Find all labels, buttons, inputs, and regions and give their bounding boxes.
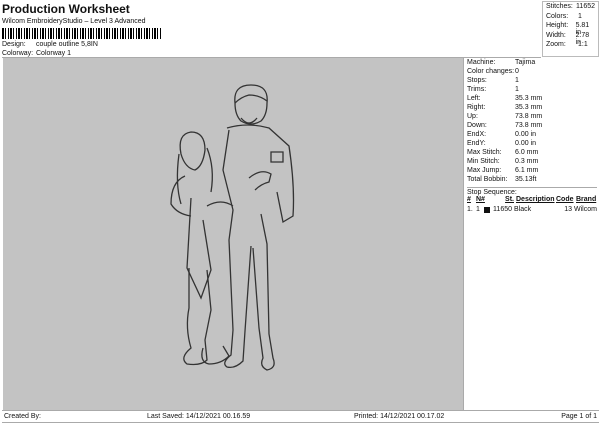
detail-label: EndX: [467,131,487,138]
printed-date: Printed: 14/12/2021 00.17.02 [354,413,445,420]
stat-value: 2.78 in [575,31,590,46]
detail-label: Left: [467,95,481,102]
stat-label: Width: [546,31,566,39]
stop-sequence-header: # N# St. Description Code Brand [467,196,597,205]
row-description: Black [514,206,532,213]
detail-row: Stops: 1 [467,77,597,86]
stat-label: Height: [546,22,569,29]
row-num: 1. [467,206,473,213]
detail-label: Color changes: [467,68,515,75]
row-n: 1 [476,206,480,213]
stat-label: Stitches: [546,3,573,10]
detail-label: Max Jump: [467,167,502,174]
footer: Created By: Last Saved: 14/12/2021 00.16… [2,410,599,423]
detail-row: Down: 73.8 mm [467,122,597,131]
page-number: Page 1 of 1 [561,413,597,420]
detail-value: 1 [515,86,519,93]
barcode [2,28,162,39]
row-brand: Wilcom [574,206,597,213]
stat-label: Colors: [546,12,569,20]
row-stitches: 11650 [493,206,512,213]
created-by: Created By: [4,413,41,420]
detail-row: Max Jump: 6.1 mm [467,167,597,176]
stat-value: 1 [578,12,582,20]
detail-label: EndY: [467,140,486,147]
detail-label: Stops: [467,77,487,84]
table-row: 1. 1 11650 Black 13 Wilcom [467,205,597,214]
stat-value: 5.81 in [575,22,590,36]
detail-label: Right: [467,104,486,111]
col-code: Code [556,196,574,203]
detail-value: Tajima [515,59,536,66]
detail-row: Right: 35.3 mm [467,104,597,113]
detail-value: 0 [515,68,519,75]
detail-row: Max Stitch: 6.0 mm [467,149,597,158]
stop-sequence-label: Stop Sequence: [467,189,517,196]
stat-row: Width: 2.78 in [546,31,595,46]
detail-label: Up: [467,113,478,120]
detail-row: Machine: Tajima [467,59,597,68]
design-name: couple outline 5,8IN [36,41,98,48]
col-brand: Brand [576,196,597,203]
colorway-name: Colorway 1 [36,50,72,57]
stat-row: Stitches: 11652 [546,3,595,13]
detail-label: Min Stitch: [467,158,500,165]
stat-value: 11652 [576,3,595,10]
detail-row: Trims: 1 [467,86,597,95]
page-title: Production Worksheet [2,2,130,16]
stat-value: 1:1 [578,41,588,48]
detail-value: 35.13ft [515,176,537,183]
last-saved: Last Saved: 14/12/2021 00.16.59 [147,413,251,420]
detail-label: Total Bobbin: [467,176,508,183]
detail-row: Total Bobbin: 35.13ft [467,176,597,185]
detail-row: Min Stitch: 0.3 mm [467,158,597,167]
detail-row: Left: 35.3 mm [467,95,597,104]
detail-value: 35.3 mm [515,95,543,102]
detail-value: 1 [515,77,519,84]
detail-value: 0.00 in [515,131,537,138]
detail-value: 6.1 mm [515,167,539,174]
detail-row: Color changes: 0 [467,68,597,77]
colorway-label: Colorway: [2,50,34,57]
detail-row: EndX: 0.00 in [467,131,597,140]
stat-label: Zoom: [546,41,566,48]
couple-outline-drawing [170,84,295,371]
detail-value: 6.0 mm [515,149,539,156]
design-label: Design: [2,41,26,48]
detail-row: Up: 73.8 mm [467,113,597,122]
col-st: St. [505,196,514,203]
stats-box: Stitches: 11652 Colors: 1 Height: 5.81 in W… [542,1,599,57]
detail-label: Down: [467,122,487,129]
col-description: Description [516,196,555,203]
detail-value: 73.8 mm [515,113,543,120]
software-name: Wilcom EmbroideryStudio – Level 3 Advanc… [2,18,146,25]
col-num: # [467,196,471,203]
stat-row: Colors: 1 [546,13,595,23]
detail-label: Machine: [467,59,496,66]
detail-value: 35.3 mm [515,104,543,111]
stop-sequence: Stop Sequence: # N# St. Description Code… [467,187,597,214]
detail-row: EndY: 0.00 in [467,140,597,149]
detail-label: Max Stitch: [467,149,502,156]
detail-value: 0.3 mm [515,158,539,165]
stat-row: Zoom: 1:1 [546,41,595,51]
machine-details-panel: Machine: Tajima Color changes: 0 Stops: 1 Trim… [463,58,600,410]
col-n: N# [476,196,485,203]
design-preview [3,58,463,410]
row-code: 13 [564,206,572,213]
worksheet-header: Production Worksheet Wilcom EmbroiderySt… [2,1,541,58]
detail-value: 73.8 mm [515,122,543,129]
detail-value: 0.00 in [515,140,537,147]
detail-label: Trims: [467,86,487,93]
stat-row: Height: 5.81 in [546,22,595,36]
